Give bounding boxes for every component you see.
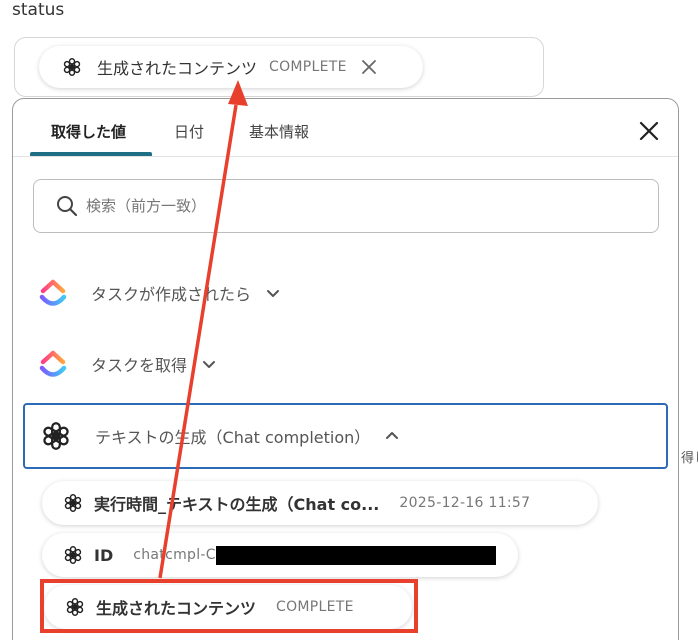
- search-icon: [57, 196, 78, 217]
- group-label: タスクが作成されたら: [91, 285, 252, 304]
- group-get-task[interactable]: タスクを取得: [23, 331, 668, 397]
- chip-status: COMPLETE: [269, 59, 347, 75]
- value-item-id[interactable]: ID chatcmpl-C: [42, 533, 518, 577]
- tab-bar: 取得した値 日付 基本情報: [13, 99, 678, 157]
- openai-icon: [62, 544, 84, 566]
- value-item-execution-time[interactable]: 実行時間_テキストの生成（Chat co... 2025-12-16 11:57: [42, 481, 598, 525]
- close-panel-button[interactable]: [637, 119, 661, 143]
- value-item-generated-content[interactable]: 生成されたコンテンツ COMPLETE: [44, 585, 412, 629]
- openai-icon: [64, 596, 86, 618]
- group-text-generation[interactable]: テキストの生成（Chat completion）: [23, 403, 668, 469]
- item-value: 2025-12-16 11:57: [399, 495, 531, 511]
- chevron-up-icon: [386, 432, 399, 439]
- search-input[interactable]: [86, 197, 606, 215]
- group-label: テキストの生成（Chat completion）: [95, 428, 371, 447]
- item-label: 生成されたコンテンツ: [96, 599, 257, 618]
- openai-icon: [61, 56, 83, 78]
- chevron-down-icon: [267, 290, 280, 297]
- chip-label: 生成されたコンテンツ: [97, 59, 258, 78]
- item-value: chatcmpl-C: [133, 547, 216, 563]
- redaction-bar: [215, 545, 496, 565]
- tabs-divider: [13, 156, 678, 157]
- item-value: COMPLETE: [276, 599, 354, 615]
- selected-value-chip[interactable]: 生成されたコンテンツ COMPLETE: [39, 46, 423, 88]
- openai-icon: [39, 419, 73, 453]
- clickup-icon: [37, 277, 69, 309]
- item-label: 実行時間_テキストの生成（Chat co...: [94, 495, 380, 514]
- openai-icon: [62, 492, 84, 514]
- item-label: ID: [94, 545, 114, 565]
- close-icon: [361, 60, 376, 74]
- group-task-created[interactable]: タスクが作成されたら: [23, 260, 668, 326]
- group-label: タスクを取得: [91, 356, 188, 375]
- tab-date[interactable]: 日付: [174, 121, 204, 142]
- tab-basic-info[interactable]: 基本情報: [249, 121, 309, 142]
- clickup-icon: [37, 348, 69, 380]
- search-box[interactable]: [33, 179, 659, 233]
- field-label: status: [12, 0, 65, 20]
- tab-retrieved-values[interactable]: 取得した値: [51, 121, 126, 142]
- remove-chip-button[interactable]: [359, 57, 379, 77]
- chevron-down-icon: [203, 361, 216, 368]
- background-text: 得し: [681, 451, 698, 466]
